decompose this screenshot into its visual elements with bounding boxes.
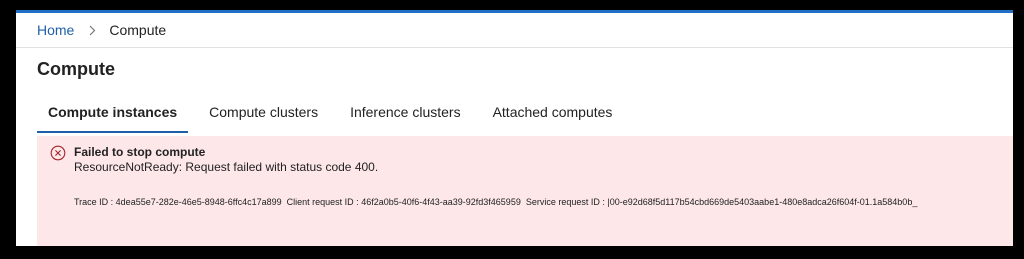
error-circle-icon (50, 145, 66, 161)
error-request-ids: Trace ID : 4dea55e7-282e-46e5-8948-6ffc4… (74, 197, 917, 207)
service-request-id: Service request ID : |00-e92d68f5d117b54… (525, 197, 918, 207)
tab-bar: Compute instances Compute clusters Infer… (37, 99, 633, 133)
error-message-bar: Failed to stop compute ResourceNotReady:… (37, 136, 1013, 246)
error-message: ResourceNotReady: Request failed with st… (74, 160, 379, 174)
tab-compute-instances[interactable]: Compute instances (37, 99, 189, 133)
error-title: Failed to stop compute (74, 145, 206, 159)
compute-page: Home Compute Compute Compute instances C… (16, 10, 1013, 246)
breadcrumb-home-link[interactable]: Home (37, 22, 74, 38)
trace-id: Trace ID : 4dea55e7-282e-46e5-8948-6ffc4… (74, 197, 282, 207)
tab-compute-clusters[interactable]: Compute clusters (198, 99, 329, 131)
tab-attached-computes[interactable]: Attached computes (482, 99, 624, 131)
breadcrumb-current: Compute (109, 22, 167, 38)
page-title: Compute (37, 59, 115, 79)
chevron-right-icon (89, 25, 96, 36)
breadcrumb: Home Compute (16, 13, 1013, 48)
tab-inference-clusters[interactable]: Inference clusters (339, 99, 472, 131)
client-request-id: Client request ID : 46f2a0b5-40f6-4f43-a… (286, 197, 521, 207)
